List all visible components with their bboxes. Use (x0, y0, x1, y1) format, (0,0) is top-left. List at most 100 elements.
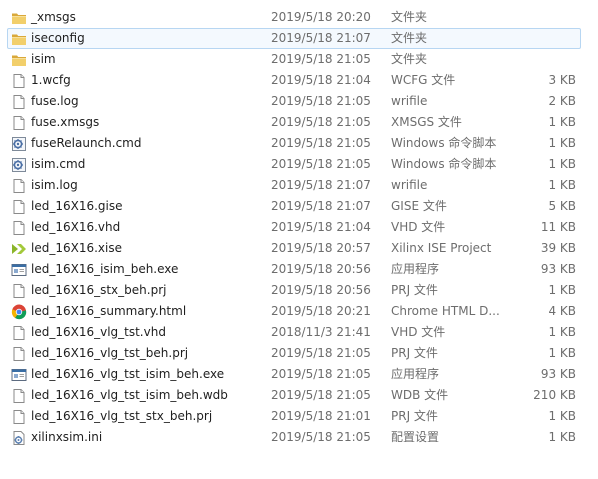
file-type: VHD 文件 (391, 220, 446, 234)
file-row[interactable]: led_16X16_summary.html 2019/5/18 20:21 Chr… (0, 301, 598, 322)
file-modified-date: 2019/5/18 21:05 (271, 52, 371, 66)
file-row[interactable]: led_16X16_vlg_tst_stx_beh.prj 2019/5/18 2… (0, 406, 598, 427)
document-icon (11, 73, 27, 89)
file-modified-date: 2019/5/18 21:05 (271, 346, 371, 360)
file-type: Chrome HTML D... (391, 304, 500, 318)
file-name: _xmsgs (31, 10, 76, 24)
file-modified-date: 2019/5/18 21:04 (271, 73, 371, 87)
file-row[interactable]: led_16X16_vlg_tst_isim_beh.exe 2019/5/18 … (0, 364, 598, 385)
xilinx-icon (11, 241, 27, 257)
application-icon (11, 367, 27, 383)
file-modified-date: 2019/5/18 20:57 (271, 241, 371, 255)
file-modified-date: 2019/5/18 20:56 (271, 283, 371, 297)
file-row[interactable]: led_16X16_vlg_tst_beh.prj 2019/5/18 21:05… (0, 343, 598, 364)
file-name: led_16X16_stx_beh.prj (31, 283, 167, 297)
file-size: 1 KB (548, 325, 576, 339)
gear-script-icon (11, 136, 27, 152)
file-modified-date: 2019/5/18 20:21 (271, 304, 371, 318)
file-type: Windows 命令脚本 (391, 157, 497, 171)
file-modified-date: 2019/5/18 21:04 (271, 220, 371, 234)
file-modified-date: 2019/5/18 21:07 (271, 199, 371, 213)
file-name: fuse.xmsgs (31, 115, 100, 129)
file-name: led_16X16.gise (31, 199, 123, 213)
file-type: PRJ 文件 (391, 346, 438, 360)
file-row[interactable]: isim.cmd 2019/5/18 21:05 Windows 命令脚本 1 KB (0, 154, 598, 175)
file-size: 93 KB (540, 262, 576, 276)
file-size: 1 KB (548, 178, 576, 192)
file-type: wrifile (391, 94, 428, 108)
file-type: 文件夹 (391, 31, 428, 45)
file-row[interactable]: _xmsgs 2019/5/18 20:20 文件夹 (0, 7, 598, 28)
document-icon (11, 178, 27, 194)
document-icon (11, 283, 27, 299)
document-icon (11, 94, 27, 110)
file-row[interactable]: isim.log 2019/5/18 21:07 wrifile 1 KB (0, 175, 598, 196)
file-row[interactable]: led_16X16_stx_beh.prj 2019/5/18 20:56 PRJ … (0, 280, 598, 301)
file-row[interactable]: isim 2019/5/18 21:05 文件夹 (0, 49, 598, 70)
file-row[interactable]: led_16X16_vlg_tst.vhd 2018/11/3 21:41 VHD … (0, 322, 598, 343)
file-type: 文件夹 (391, 52, 428, 66)
file-name: 1.wcfg (31, 73, 71, 87)
file-row[interactable]: fuseRelaunch.cmd 2019/5/18 21:05 Windows 命… (0, 133, 598, 154)
file-row[interactable]: led_16X16.gise 2019/5/18 21:07 GISE 文件 5 KB (0, 196, 598, 217)
file-list: _xmsgs 2019/5/18 20:20 文件夹 iseconfig 2019/5/… (0, 7, 598, 448)
file-name: led_16X16_vlg_tst_isim_beh.wdb (31, 388, 228, 402)
document-icon (11, 325, 27, 341)
document-icon (11, 388, 27, 404)
file-name: led_16X16.vhd (31, 220, 121, 234)
file-name: fuse.log (31, 94, 79, 108)
file-type: 文件夹 (391, 10, 428, 24)
file-name: led_16X16_summary.html (31, 304, 187, 318)
file-size: 2 KB (548, 94, 576, 108)
file-type: WCFG 文件 (391, 73, 456, 87)
file-type: PRJ 文件 (391, 409, 438, 423)
file-modified-date: 2019/5/18 21:05 (271, 430, 371, 444)
file-name: fuseRelaunch.cmd (31, 136, 142, 150)
file-size: 1 KB (548, 346, 576, 360)
file-modified-date: 2019/5/18 20:56 (271, 262, 371, 276)
document-icon (11, 346, 27, 362)
file-name: led_16X16_isim_beh.exe (31, 262, 179, 276)
file-size: 210 KB (533, 388, 576, 402)
file-modified-date: 2019/5/18 21:07 (271, 31, 371, 45)
file-name: led_16X16_vlg_tst_isim_beh.exe (31, 367, 225, 381)
file-row[interactable]: 1.wcfg 2019/5/18 21:04 WCFG 文件 3 KB (0, 70, 598, 91)
file-row[interactable]: led_16X16.vhd 2019/5/18 21:04 VHD 文件 11 KB (0, 217, 598, 238)
file-size: 1 KB (548, 283, 576, 297)
file-row[interactable]: fuse.xmsgs 2019/5/18 21:05 XMSGS 文件 1 KB (0, 112, 598, 133)
file-name: led_16X16_vlg_tst_stx_beh.prj (31, 409, 213, 423)
document-icon (11, 199, 27, 215)
file-row[interactable]: fuse.log 2019/5/18 21:05 wrifile 2 KB (0, 91, 598, 112)
file-row[interactable]: led_16X16_isim_beh.exe 2019/5/18 20:56 应用程… (0, 259, 598, 280)
document-icon (11, 409, 27, 425)
file-modified-date: 2019/5/18 21:05 (271, 94, 371, 108)
file-type: GISE 文件 (391, 199, 447, 213)
file-type: Xilinx ISE Project (391, 241, 492, 255)
file-type: Windows 命令脚本 (391, 136, 497, 150)
document-icon (11, 115, 27, 131)
file-type: XMSGS 文件 (391, 115, 462, 129)
file-type: VHD 文件 (391, 325, 446, 339)
file-modified-date: 2019/5/18 20:20 (271, 10, 371, 24)
file-size: 11 KB (540, 220, 576, 234)
file-size: 1 KB (548, 430, 576, 444)
file-type: WDB 文件 (391, 388, 449, 402)
file-modified-date: 2019/5/18 21:05 (271, 388, 371, 402)
file-size: 1 KB (548, 115, 576, 129)
file-type: PRJ 文件 (391, 283, 438, 297)
document-icon (11, 220, 27, 236)
file-type: 配置设置 (391, 430, 440, 444)
file-modified-date: 2019/5/18 21:05 (271, 157, 371, 171)
file-name: isim (31, 52, 56, 66)
file-row[interactable]: led_16X16_vlg_tst_isim_beh.wdb 2019/5/18 … (0, 385, 598, 406)
file-name: isim.log (31, 178, 78, 192)
file-modified-date: 2018/11/3 21:41 (271, 325, 371, 339)
file-row[interactable]: xilinxsim.ini 2019/5/18 21:05 配置设置 1 KB (0, 427, 598, 448)
file-size: 1 KB (548, 409, 576, 423)
file-size: 3 KB (548, 73, 576, 87)
file-row[interactable]: iseconfig 2019/5/18 21:07 文件夹 (0, 28, 598, 49)
folder-icon (11, 10, 27, 26)
file-row[interactable]: led_16X16.xise 2019/5/18 20:57 Xilinx ISE … (0, 238, 598, 259)
file-size: 1 KB (548, 136, 576, 150)
file-name: led_16X16_vlg_tst_beh.prj (31, 346, 189, 360)
